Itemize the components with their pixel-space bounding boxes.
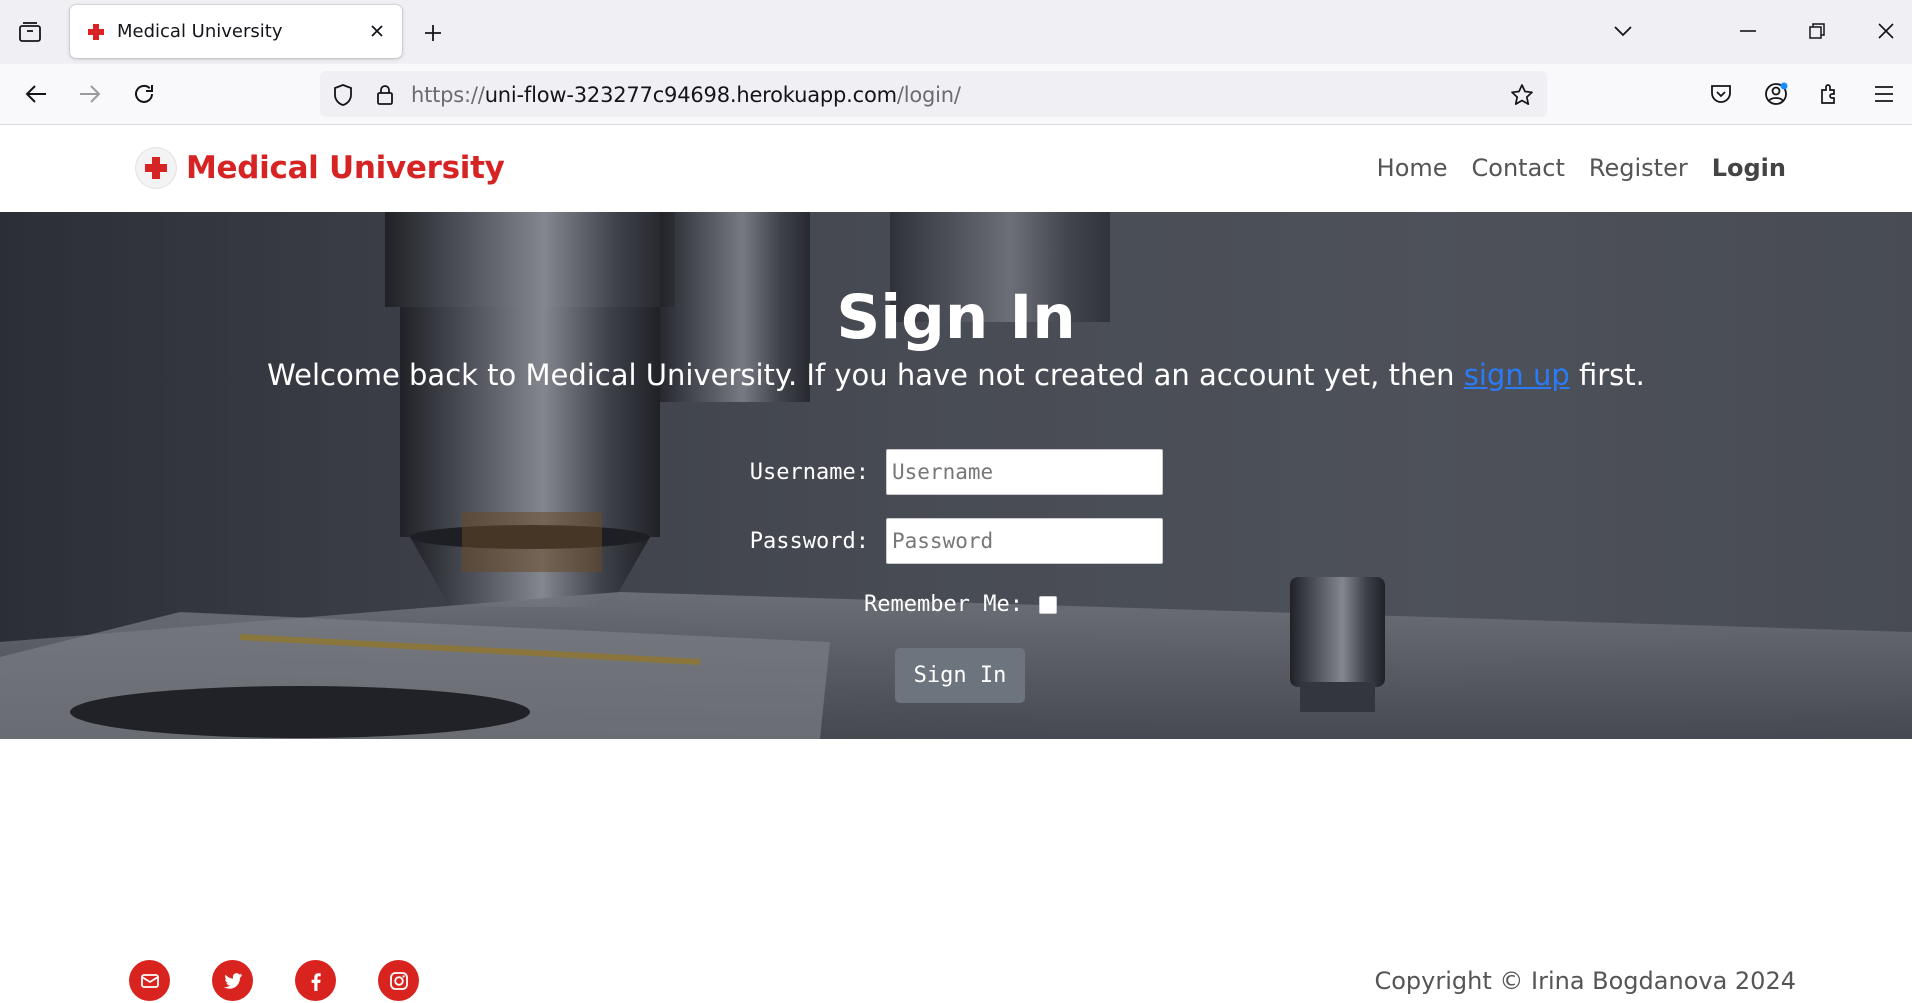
remember-me-row: Remember Me:	[864, 592, 1057, 617]
reload-icon[interactable]	[127, 77, 161, 111]
brand-link[interactable]: Medical University	[136, 148, 505, 188]
tracking-protection-shield-icon[interactable]	[330, 82, 356, 108]
remember-me-checkbox[interactable]	[1038, 595, 1057, 614]
browser-navigation-bar: https://uni-flow-323277c94698.herokuapp.…	[0, 64, 1912, 125]
remember-me-label: Remember Me:	[864, 592, 1023, 617]
list-all-tabs-chevron-down-icon[interactable]	[1606, 16, 1640, 46]
browser-tab-bar: Medical University	[0, 0, 1912, 64]
site-footer: Copyright © Irina Bogdanova 2024	[0, 740, 1912, 1003]
email-icon[interactable]	[129, 960, 170, 1001]
red-cross-logo-icon	[136, 148, 176, 188]
nav-link-contact[interactable]: Contact	[1472, 154, 1565, 182]
new-tab-icon[interactable]	[418, 18, 448, 48]
hamburger-menu-icon[interactable]	[1867, 77, 1901, 111]
minimize-window-icon[interactable]	[1731, 16, 1765, 46]
url-text[interactable]: https://uni-flow-323277c94698.herokuapp.…	[411, 83, 961, 107]
browser-tab-active[interactable]: Medical University	[70, 5, 402, 58]
nav-link-login[interactable]: Login	[1712, 154, 1786, 182]
red-cross-favicon-icon	[86, 22, 106, 42]
tab-list-icon[interactable]	[14, 17, 46, 47]
extensions-puzzle-icon[interactable]	[1813, 77, 1847, 111]
bookmark-star-icon[interactable]	[1509, 82, 1535, 108]
nav-link-home[interactable]: Home	[1377, 154, 1448, 182]
signin-subtitle: Welcome back to Medical University. If y…	[267, 358, 1645, 392]
main-nav: Home Contact Register Login	[1353, 154, 1786, 182]
instagram-icon[interactable]	[378, 960, 419, 1001]
copyright-text: Copyright © Irina Bogdanova 2024	[1374, 967, 1796, 995]
nav-link-register[interactable]: Register	[1589, 154, 1688, 182]
close-tab-icon[interactable]	[366, 20, 388, 42]
username-input[interactable]	[886, 449, 1163, 495]
back-arrow-icon[interactable]	[19, 77, 53, 111]
username-row: Username:	[736, 449, 1163, 495]
password-input[interactable]	[886, 518, 1163, 564]
restore-window-icon[interactable]	[1800, 16, 1834, 46]
brand-name: Medical University	[186, 150, 505, 186]
signup-link[interactable]: sign up	[1464, 358, 1570, 392]
twitter-icon[interactable]	[212, 960, 253, 1001]
sign-in-button[interactable]: Sign In	[895, 648, 1025, 703]
forward-arrow-icon[interactable]	[73, 77, 107, 111]
address-bar[interactable]: https://uni-flow-323277c94698.herokuapp.…	[320, 71, 1547, 117]
site-header: Medical University Home Contact Register…	[0, 126, 1912, 212]
social-links	[129, 960, 461, 1001]
password-label: Password:	[749, 528, 869, 554]
account-avatar-icon[interactable]	[1759, 77, 1793, 111]
username-label: Username:	[749, 459, 869, 485]
page-title: Sign In	[836, 282, 1076, 353]
lock-icon[interactable]	[372, 82, 398, 108]
tab-title: Medical University	[117, 21, 283, 42]
password-row: Password:	[736, 518, 1163, 564]
signin-hero: Sign In Welcome back to Medical Universi…	[0, 212, 1912, 739]
facebook-icon[interactable]	[295, 960, 336, 1001]
pocket-icon[interactable]	[1704, 77, 1738, 111]
close-window-icon[interactable]	[1869, 16, 1903, 46]
